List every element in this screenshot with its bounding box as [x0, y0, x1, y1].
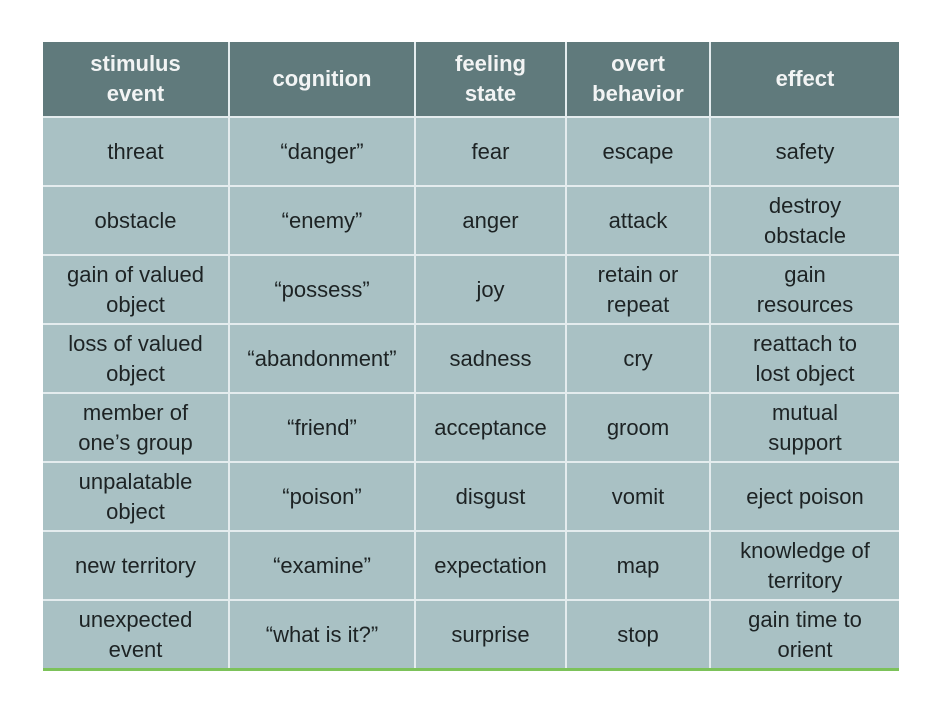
- cell-overt-behavior: attack: [565, 185, 711, 256]
- cell-effect: eject poison: [709, 461, 899, 532]
- cell-stimulus-event: unpalatable object: [43, 461, 230, 532]
- cell-effect: safety: [709, 116, 899, 187]
- cell-feeling-state: expectation: [414, 530, 567, 601]
- cell-feeling-state: sadness: [414, 323, 567, 394]
- cell-feeling-state: acceptance: [414, 392, 567, 463]
- header-effect: effect: [709, 42, 899, 118]
- header-cognition: cognition: [228, 42, 416, 118]
- cell-cognition: “examine”: [228, 530, 416, 601]
- cell-effect: gain time to orient: [709, 599, 899, 671]
- table-row: member of one’s group “friend” acceptance g…: [43, 392, 899, 463]
- cell-feeling-state: surprise: [414, 599, 567, 671]
- emotion-table: stimulus event cognition feeling state o…: [43, 42, 899, 671]
- table-row: unpalatable object “poison” disgust vomit ej…: [43, 461, 899, 532]
- cell-overt-behavior: vomit: [565, 461, 711, 532]
- table-row: threat “danger” fear escape safety: [43, 116, 899, 187]
- cell-overt-behavior: cry: [565, 323, 711, 394]
- cell-feeling-state: fear: [414, 116, 567, 187]
- cell-stimulus-event: unexpected event: [43, 599, 230, 671]
- cell-cognition: “danger”: [228, 116, 416, 187]
- cell-stimulus-event: member of one’s group: [43, 392, 230, 463]
- table-row: new territory “examine” expectation map know…: [43, 530, 899, 601]
- table-row: obstacle “enemy” anger attack destroy obstac…: [43, 185, 899, 256]
- cell-stimulus-event: new territory: [43, 530, 230, 601]
- cell-effect: reattach to lost object: [709, 323, 899, 394]
- cell-effect: destroy obstacle: [709, 185, 899, 256]
- cell-overt-behavior: escape: [565, 116, 711, 187]
- cell-effect: knowledge of territory: [709, 530, 899, 601]
- cell-effect: mutual support: [709, 392, 899, 463]
- cell-overt-behavior: groom: [565, 392, 711, 463]
- cell-feeling-state: anger: [414, 185, 567, 256]
- cell-cognition: “abandonment”: [228, 323, 416, 394]
- cell-overt-behavior: map: [565, 530, 711, 601]
- cell-cognition: “enemy”: [228, 185, 416, 256]
- cell-overt-behavior: stop: [565, 599, 711, 671]
- cell-stimulus-event: loss of valued object: [43, 323, 230, 394]
- header-feeling-state: feeling state: [414, 42, 567, 118]
- header-stimulus-event: stimulus event: [43, 42, 230, 118]
- table-row: unexpected event “what is it?” surprise sto…: [43, 599, 899, 671]
- cell-effect: gain resources: [709, 254, 899, 325]
- cell-overt-behavior: retain or repeat: [565, 254, 711, 325]
- cell-stimulus-event: obstacle: [43, 185, 230, 256]
- cell-stimulus-event: threat: [43, 116, 230, 187]
- cell-stimulus-event: gain of valued object: [43, 254, 230, 325]
- cell-feeling-state: joy: [414, 254, 567, 325]
- table-row: loss of valued object “abandonment” sadnes…: [43, 323, 899, 394]
- table-row: gain of valued object “possess” joy retain …: [43, 254, 899, 325]
- cell-cognition: “poison”: [228, 461, 416, 532]
- cell-cognition: “friend”: [228, 392, 416, 463]
- header-row: stimulus event cognition feeling state o…: [43, 42, 899, 118]
- header-overt-behavior: overt behavior: [565, 42, 711, 118]
- cell-cognition: “possess”: [228, 254, 416, 325]
- cell-cognition: “what is it?”: [228, 599, 416, 671]
- cell-feeling-state: disgust: [414, 461, 567, 532]
